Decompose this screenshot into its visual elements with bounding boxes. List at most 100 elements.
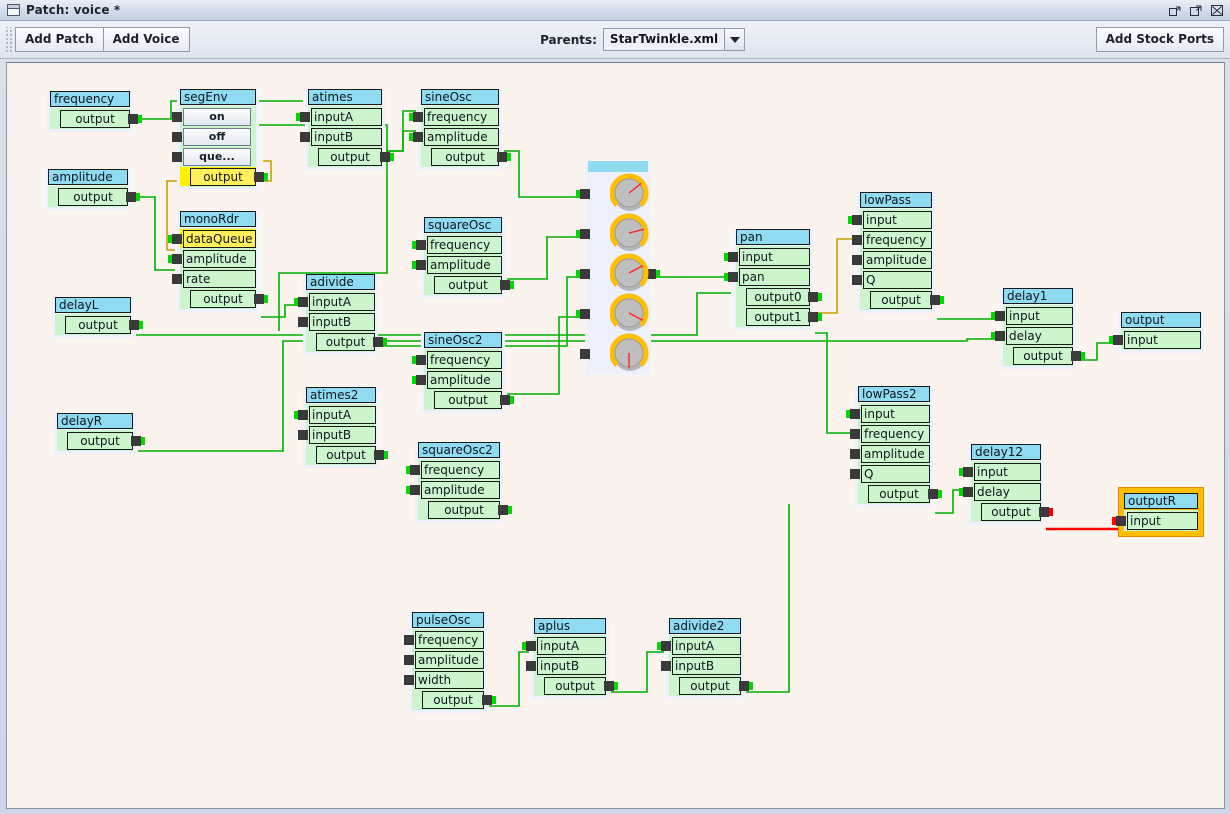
node-port-row[interactable]: Q bbox=[852, 270, 932, 289]
wire[interactable] bbox=[815, 238, 855, 314]
node-title[interactable]: squareOsc2 bbox=[418, 442, 500, 458]
node-monoRdr[interactable]: monoRdr dataQueue amplitude rate output bbox=[168, 211, 268, 312]
node-port-row[interactable]: delay bbox=[991, 326, 1073, 345]
node-title[interactable]: amplitude bbox=[48, 169, 128, 185]
node-title[interactable]: sineOsc bbox=[421, 89, 499, 105]
node-delay1[interactable]: delay1 input delay output bbox=[991, 288, 1085, 369]
wire[interactable] bbox=[746, 504, 790, 693]
input-port[interactable] bbox=[168, 233, 182, 244]
patch-canvas[interactable]: frequency output amplitude output delayL outp… bbox=[7, 63, 1224, 808]
node-port-row[interactable]: output0 bbox=[736, 287, 822, 306]
add-stock-ports-button[interactable]: Add Stock Ports bbox=[1095, 27, 1225, 52]
node-port-row[interactable]: amplitude bbox=[409, 127, 499, 146]
input-port[interactable] bbox=[959, 466, 973, 477]
input-port[interactable] bbox=[846, 408, 860, 419]
close-icon[interactable] bbox=[1209, 3, 1225, 18]
input-port[interactable] bbox=[852, 234, 862, 245]
node-port-row[interactable]: output bbox=[306, 332, 387, 351]
wire[interactable] bbox=[507, 316, 583, 395]
input-port[interactable] bbox=[300, 131, 310, 142]
input-port[interactable] bbox=[404, 654, 414, 665]
node-title[interactable]: outputR bbox=[1124, 493, 1198, 509]
output-port[interactable] bbox=[500, 279, 514, 290]
input-port[interactable] bbox=[412, 374, 426, 385]
wire[interactable] bbox=[815, 332, 853, 434]
node-port-row[interactable]: amplitude bbox=[406, 480, 500, 499]
node-adivide2[interactable]: adivide2 inputA inputB output bbox=[657, 618, 753, 699]
node-sineOsc[interactable]: sineOsc frequency amplitude output bbox=[409, 89, 511, 170]
input-port[interactable] bbox=[724, 251, 738, 262]
node-squareOsc2[interactable]: squareOsc2 frequency amplitude output bbox=[406, 442, 512, 523]
chevron-down-icon[interactable] bbox=[725, 29, 745, 50]
output-port[interactable] bbox=[739, 680, 753, 691]
output-port[interactable] bbox=[808, 311, 822, 322]
node-port-row[interactable]: inputB bbox=[298, 425, 376, 444]
node-port-row[interactable]: width bbox=[404, 670, 484, 689]
node-port-row[interactable]: output bbox=[306, 445, 388, 464]
node-port-row[interactable]: output bbox=[55, 315, 143, 334]
node-port-row[interactable]: output bbox=[418, 500, 512, 519]
node-port-row[interactable]: input bbox=[846, 404, 930, 423]
node-port-row[interactable]: frequency bbox=[409, 107, 499, 126]
node-title[interactable]: aplus bbox=[534, 618, 606, 634]
add-voice-button[interactable]: Add Voice bbox=[102, 27, 190, 52]
dial-knob[interactable] bbox=[610, 293, 652, 333]
node-title[interactable]: adivide2 bbox=[669, 618, 741, 634]
node-port-row[interactable]: frequency bbox=[404, 630, 484, 649]
node-segEnv[interactable]: segEnv on off que... output bbox=[172, 89, 268, 190]
node-pan[interactable]: pan input pan output0 output1 bbox=[724, 229, 822, 330]
node-port-row[interactable]: frequency bbox=[412, 235, 502, 254]
input-port[interactable] bbox=[298, 429, 308, 440]
node-port-row[interactable]: output bbox=[424, 275, 514, 294]
node-port-row[interactable]: frequency bbox=[850, 424, 930, 443]
input-port[interactable] bbox=[661, 660, 671, 671]
node-aplus[interactable]: aplus inputA inputB output bbox=[522, 618, 618, 699]
node-port-row[interactable]: input bbox=[959, 462, 1041, 481]
node-title[interactable]: monoRdr bbox=[180, 211, 256, 227]
dial-input-port[interactable] bbox=[576, 309, 590, 319]
input-port[interactable] bbox=[991, 310, 1005, 321]
node-title[interactable]: delay12 bbox=[971, 444, 1041, 460]
input-port[interactable] bbox=[404, 674, 414, 685]
node-port-row[interactable]: inputA bbox=[522, 636, 606, 655]
node-port-row[interactable]: que... bbox=[172, 147, 256, 166]
node-port-row[interactable]: frequency bbox=[852, 230, 932, 249]
node-atimes[interactable]: atimes inputA inputB output bbox=[296, 89, 394, 170]
input-port[interactable] bbox=[404, 634, 414, 645]
node-port-row[interactable]: frequency bbox=[412, 350, 502, 369]
output-port[interactable] bbox=[500, 394, 514, 405]
node-port-row[interactable]: frequency bbox=[406, 460, 500, 479]
node-sineOsc2[interactable]: sineOsc2 frequency amplitude output bbox=[412, 332, 514, 413]
input-port[interactable] bbox=[850, 468, 860, 479]
output-port[interactable] bbox=[128, 113, 142, 124]
node-port-row[interactable]: inputA bbox=[657, 636, 741, 655]
node-title[interactable]: segEnv bbox=[180, 89, 256, 105]
node-adivide[interactable]: adivide inputA inputB output bbox=[294, 274, 387, 355]
input-port[interactable] bbox=[406, 484, 420, 495]
output-port[interactable] bbox=[254, 293, 268, 304]
input-port[interactable] bbox=[409, 131, 423, 142]
node-title[interactable]: atimes bbox=[308, 89, 382, 105]
input-port[interactable] bbox=[852, 254, 862, 265]
dial-input-port[interactable] bbox=[576, 269, 590, 279]
input-port[interactable] bbox=[724, 271, 738, 282]
node-port-row[interactable]: input bbox=[991, 306, 1073, 325]
input-port[interactable] bbox=[852, 274, 862, 285]
input-port[interactable] bbox=[294, 409, 308, 420]
input-port[interactable] bbox=[294, 296, 308, 307]
input-port[interactable] bbox=[172, 151, 182, 162]
maximize-icon[interactable] bbox=[1188, 3, 1204, 18]
node-squareOsc[interactable]: squareOsc frequency amplitude output bbox=[412, 217, 514, 298]
node-port-row[interactable]: rate bbox=[172, 269, 256, 288]
input-port[interactable] bbox=[298, 316, 308, 327]
parents-select[interactable]: StarTwinkle.xml bbox=[602, 28, 746, 51]
node-lowPass2[interactable]: lowPass2 input frequency amplitude Qoutput bbox=[846, 386, 942, 507]
node-port-row[interactable]: amplitude bbox=[850, 444, 930, 463]
node-atimes2[interactable]: atimes2 inputA inputB output bbox=[294, 387, 388, 468]
node-port-row[interactable]: delay bbox=[959, 482, 1041, 501]
node-port-row[interactable]: output bbox=[424, 390, 514, 409]
dial-row[interactable] bbox=[576, 173, 649, 213]
node-title[interactable]: atimes2 bbox=[306, 387, 376, 403]
input-port[interactable] bbox=[522, 640, 536, 651]
dial-knob[interactable] bbox=[610, 333, 652, 373]
